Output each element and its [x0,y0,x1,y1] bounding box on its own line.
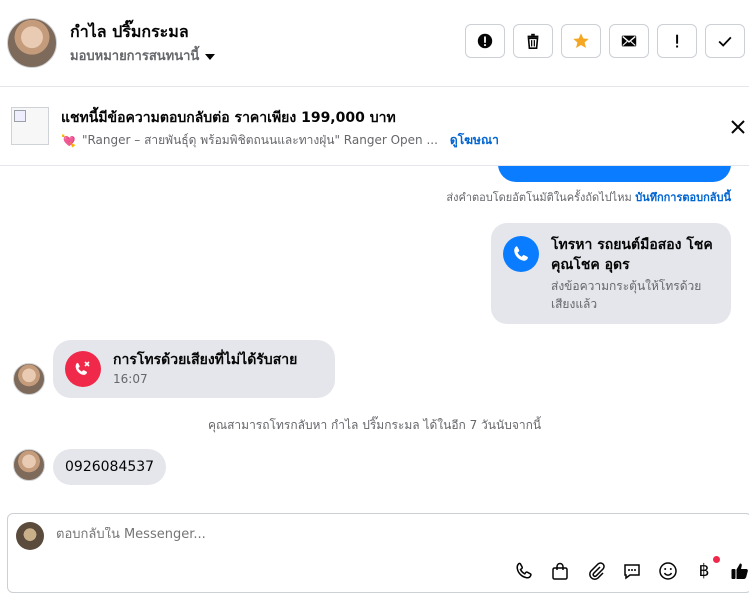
alert-circle-icon [477,33,493,49]
auto-reply-text: ส่งคำตอบโดยอัตโนมัติในครั้งถัดไปไหม [446,191,632,204]
message-thread[interactable]: ส่งคำตอบโดยอัตโนมัติในครั้งถัดไปไหม บันท… [0,166,749,512]
ad-description: "Ranger – สายพันธุ์ดุ พร้อมพิชิตถนนและทา… [81,133,438,147]
shopping-bag-icon [552,562,568,580]
contact-name[interactable]: กำไล ปริ๊มกระมล [70,20,189,45]
contact-avatar[interactable] [7,18,57,68]
saved-replies-button[interactable] [621,560,643,582]
exclamation-icon [676,34,679,48]
ad-title: แชทนี้มีข้อความตอบกลับต่อ ราคาเพียง 199,… [61,110,396,126]
follow-up-button[interactable] [657,24,697,58]
voice-call-button[interactable] [513,560,535,582]
assign-conversation-dropdown[interactable]: มอบหมายการสนทนานี้ [70,45,216,66]
reply-input[interactable] [56,527,656,542]
smiley-icon [659,562,677,580]
star-icon [573,33,589,49]
mark-done-button[interactable] [705,24,745,58]
missed-call-bubble[interactable]: การโทรด้วยเสียงที่ไม่ได้รับสาย 16:07 [53,340,335,398]
heart-emoji-icon: 💘 [61,133,76,148]
ad-description-line: 💘 "Ranger – สายพันธุ์ดุ พร้อมพิชิตถนนและ… [61,131,499,150]
chat-bubble-icon [624,564,640,580]
envelope-icon [621,35,637,47]
incoming-message-bubble[interactable]: 0926084537 [53,449,167,485]
missed-call-time: 16:07 [113,372,148,386]
sender-avatar[interactable] [13,363,45,395]
shop-button[interactable] [549,560,571,582]
close-icon[interactable] [727,116,749,138]
trash-icon [527,33,539,50]
delete-button[interactable] [513,24,553,58]
mark-spam-button[interactable] [465,24,505,58]
caret-down-icon [205,53,216,60]
view-ad-link[interactable]: ดูโฆษณา [450,131,499,150]
assign-label: มอบหมายการสนทนานี้ [70,49,200,64]
emoji-button[interactable] [657,560,679,582]
thumbs-up-icon [731,563,748,579]
phone-icon [516,562,532,579]
save-reply-link[interactable]: บันทึกการตอบกลับนี้ [635,191,731,204]
paperclip-icon [589,562,605,580]
payment-button[interactable]: ฿ [693,556,720,582]
ad-reference-banner: แชทนี้มีข้อความตอบกลับต่อ ราคาเพียง 199,… [0,87,749,166]
outgoing-message-bubble [498,166,731,182]
conversation-header: กำไล ปริ๊มกระมล มอบหมายการสนทนานี้ [0,0,749,87]
baht-icon: ฿ [698,561,710,581]
callback-notice: คุณสามารถโทรกลับหา กำไล ปริ๊มกระมล ได้ใน… [207,418,542,432]
star-button[interactable] [561,24,601,58]
message-text: 0926084537 [65,459,155,475]
like-button[interactable] [729,560,749,582]
attach-button[interactable] [585,560,607,582]
sender-avatar[interactable] [13,449,45,481]
missed-call-title: การโทรด้วยเสียงที่ไม่ได้รับสาย [113,352,298,368]
ad-thumbnail[interactable] [11,107,49,145]
phone-call-icon [503,236,539,272]
call-card-subtitle: ส่งข้อความกระตุ้นให้โทรด้วยเสียงแล้ว [551,279,702,311]
check-icon [718,36,732,47]
page-avatar [16,522,44,550]
call-request-card: โทรหา รถยนต์มือสอง โชคคุณโชค อุดร ส่งข้อ… [491,223,731,324]
auto-reply-prompt: ส่งคำตอบโดยอัตโนมัติในครั้งถัดไปไหม บันท… [446,188,731,206]
notification-dot [713,556,720,563]
reply-composer: ฿ [7,513,749,593]
missed-call-icon [65,351,101,387]
call-card-title: โทรหา รถยนต์มือสอง โชคคุณโชค อุดร [551,237,713,273]
mark-unread-button[interactable] [609,24,649,58]
composer-toolbar: ฿ [513,556,749,582]
header-actions [465,24,745,58]
